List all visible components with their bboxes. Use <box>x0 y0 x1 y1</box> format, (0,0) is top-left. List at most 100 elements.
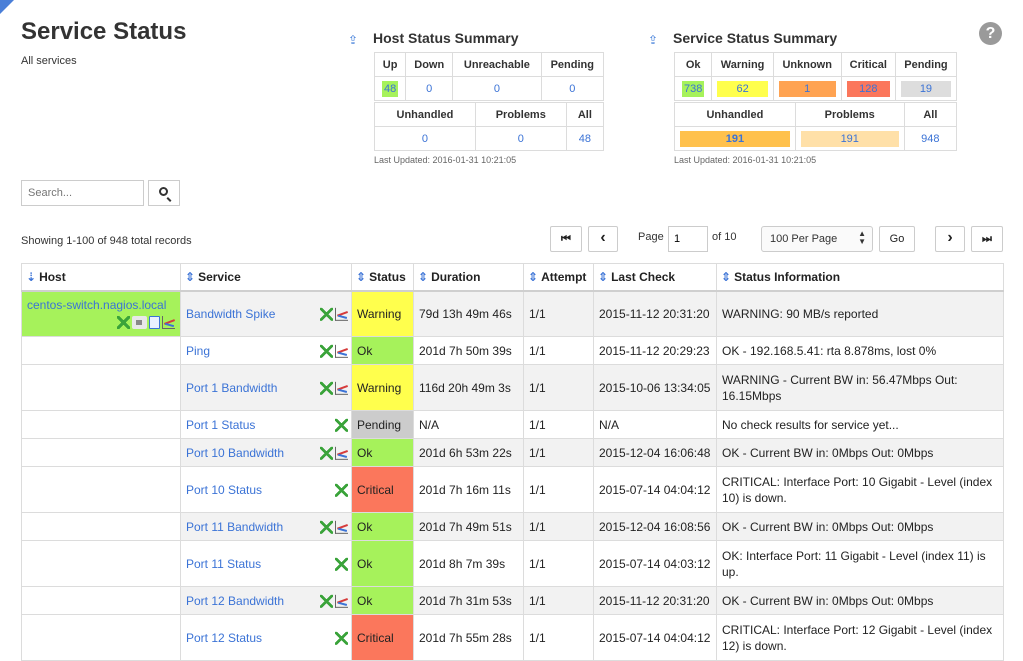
go-button[interactable]: Go <box>879 226 915 252</box>
graph-icon[interactable] <box>335 594 348 608</box>
per-page-value: 100 Per Page <box>770 233 838 245</box>
switch-icon[interactable] <box>132 315 147 329</box>
svc-pending-count[interactable]: 19 <box>900 80 951 97</box>
duration-cell: 116d 20h 49m 3s <box>413 364 524 411</box>
col-attempt-label: Attempt <box>541 269 587 284</box>
col-status-info-label: Status Information <box>734 269 841 284</box>
service-cell: Port 10 Bandwidth <box>180 438 352 467</box>
compress-icon[interactable] <box>335 631 348 645</box>
compress-icon[interactable] <box>320 307 333 321</box>
last-check-cell: 2015-12-04 16:08:56 <box>593 512 717 541</box>
svc-warning-count[interactable]: 62 <box>717 80 768 97</box>
host-pending-count[interactable]: 0 <box>569 83 575 95</box>
service-link[interactable]: Port 11 Status <box>186 557 261 571</box>
duration-cell: 201d 7h 50m 39s <box>413 336 524 365</box>
host-pending-header: Pending <box>540 52 605 77</box>
compress-icon[interactable] <box>335 418 348 432</box>
sort-icon: ⇕ <box>356 269 367 284</box>
chevron-right-icon: › <box>947 229 953 246</box>
compress-icon[interactable] <box>320 594 333 608</box>
compress-icon[interactable] <box>320 381 333 395</box>
last-page-icon: ⏭ <box>982 233 992 245</box>
col-attempt-header[interactable]: ⇕ Attempt <box>523 263 594 291</box>
duration-cell: 201d 7h 31m 53s <box>413 586 524 615</box>
svc-problems-count[interactable]: 191 <box>800 130 899 147</box>
service-link[interactable]: Port 1 Status <box>186 418 255 432</box>
page-number-input[interactable] <box>668 226 708 252</box>
col-host-header[interactable]: ⇣ Host <box>21 263 181 291</box>
host-all-count[interactable]: 48 <box>579 133 591 145</box>
table-row: centos-switch.nagios.local Bandwidth Spi… <box>21 290 1004 337</box>
service-link[interactable]: Port 11 Bandwidth <box>186 520 283 534</box>
service-cell: Port 1 Status <box>180 410 352 439</box>
graph-icon[interactable] <box>335 307 348 321</box>
pin-icon[interactable]: ⇪ <box>348 33 358 47</box>
host-problems-count[interactable]: 0 <box>518 133 524 145</box>
service-link[interactable]: Bandwidth Spike <box>186 307 275 321</box>
service-link[interactable]: Port 10 Bandwidth <box>186 446 284 460</box>
pin-icon[interactable]: ⇪ <box>648 33 658 47</box>
next-page-button[interactable]: › <box>935 226 965 252</box>
service-summary-table-2: Unhandled Problems All 191 191 948 <box>674 102 958 151</box>
service-link[interactable]: Port 10 Status <box>186 483 262 497</box>
first-page-button[interactable]: ⏮ <box>550 226 582 252</box>
graph-icon[interactable] <box>162 315 175 329</box>
service-cell: Port 1 Bandwidth <box>180 364 352 411</box>
col-service-header[interactable]: ⇕ Service <box>180 263 352 291</box>
host-summary-updated: Last Updated: 2016-01-31 10:21:05 <box>374 155 517 165</box>
corner-tab[interactable]: ▸ <box>0 0 14 23</box>
row-action-icons <box>333 630 348 645</box>
col-duration-header[interactable]: ⇕ Duration <box>413 263 524 291</box>
service-link[interactable]: Port 1 Bandwidth <box>186 381 277 395</box>
first-page-icon: ⏮ <box>561 233 571 245</box>
sort-icon: ⇕ <box>418 269 429 284</box>
graph-icon[interactable] <box>335 344 348 358</box>
host-up-count[interactable]: 48 <box>382 80 399 97</box>
svc-critical-count[interactable]: 128 <box>846 80 890 97</box>
status-cell: Warning <box>351 364 414 411</box>
document-icon[interactable] <box>149 315 160 329</box>
svc-all-count[interactable]: 948 <box>921 133 939 145</box>
host-up-header: Up <box>373 52 407 77</box>
duration-cell: 201d 8h 7m 39s <box>413 540 524 587</box>
host-unhandled-count[interactable]: 0 <box>422 133 428 145</box>
duration-cell: 201d 7h 55m 28s <box>413 614 524 661</box>
host-unreachable-count-cell: 0 <box>452 76 542 101</box>
svc-pending-cell: 19 <box>894 76 958 101</box>
prev-page-button[interactable]: ‹ <box>588 226 618 252</box>
search-icon <box>159 187 168 196</box>
sort-icon: ⇕ <box>185 269 196 284</box>
help-icon[interactable]: ? <box>979 22 1002 45</box>
status-cell: Ok <box>351 540 414 587</box>
col-status-info-header[interactable]: ⇕ Status Information <box>716 263 1004 291</box>
search-input[interactable] <box>21 180 144 206</box>
graph-icon[interactable] <box>335 520 348 534</box>
graph-icon[interactable] <box>335 446 348 460</box>
svc-ok-count[interactable]: 738 <box>682 80 705 97</box>
host-link[interactable]: centos-switch.nagios.local <box>27 298 166 312</box>
service-link[interactable]: Port 12 Status <box>186 631 262 645</box>
host-cell <box>21 614 181 661</box>
compress-icon[interactable] <box>335 557 348 571</box>
status-info-cell: OK: Interface Port: 11 Gigabit - Level (… <box>716 540 1004 587</box>
compress-icon[interactable] <box>117 315 130 329</box>
graph-icon[interactable] <box>335 381 348 395</box>
last-page-button[interactable]: ⏭ <box>971 226 1003 252</box>
col-status-header[interactable]: ⇕ Status <box>351 263 414 291</box>
host-down-header: Down <box>405 52 454 77</box>
search-button[interactable] <box>148 180 180 206</box>
service-link[interactable]: Ping <box>186 344 210 358</box>
host-unreachable-count[interactable]: 0 <box>494 83 500 95</box>
service-link[interactable]: Port 12 Bandwidth <box>186 594 284 608</box>
col-last-check-header[interactable]: ⇕ Last Check <box>593 263 717 291</box>
compress-icon[interactable] <box>335 483 348 497</box>
compress-icon[interactable] <box>320 520 333 534</box>
host-unreachable-header: Unreachable <box>452 52 542 77</box>
svc-unknown-count[interactable]: 1 <box>778 80 836 97</box>
compress-icon[interactable] <box>320 344 333 358</box>
per-page-select[interactable]: 100 Per Page ▲ ▼ <box>761 226 873 252</box>
compress-icon[interactable] <box>320 446 333 460</box>
svc-unhandled-count[interactable]: 191 <box>680 130 790 147</box>
status-info-cell: OK - Current BW in: 0Mbps Out: 0Mbps <box>716 512 1004 541</box>
host-down-count[interactable]: 0 <box>426 83 432 95</box>
